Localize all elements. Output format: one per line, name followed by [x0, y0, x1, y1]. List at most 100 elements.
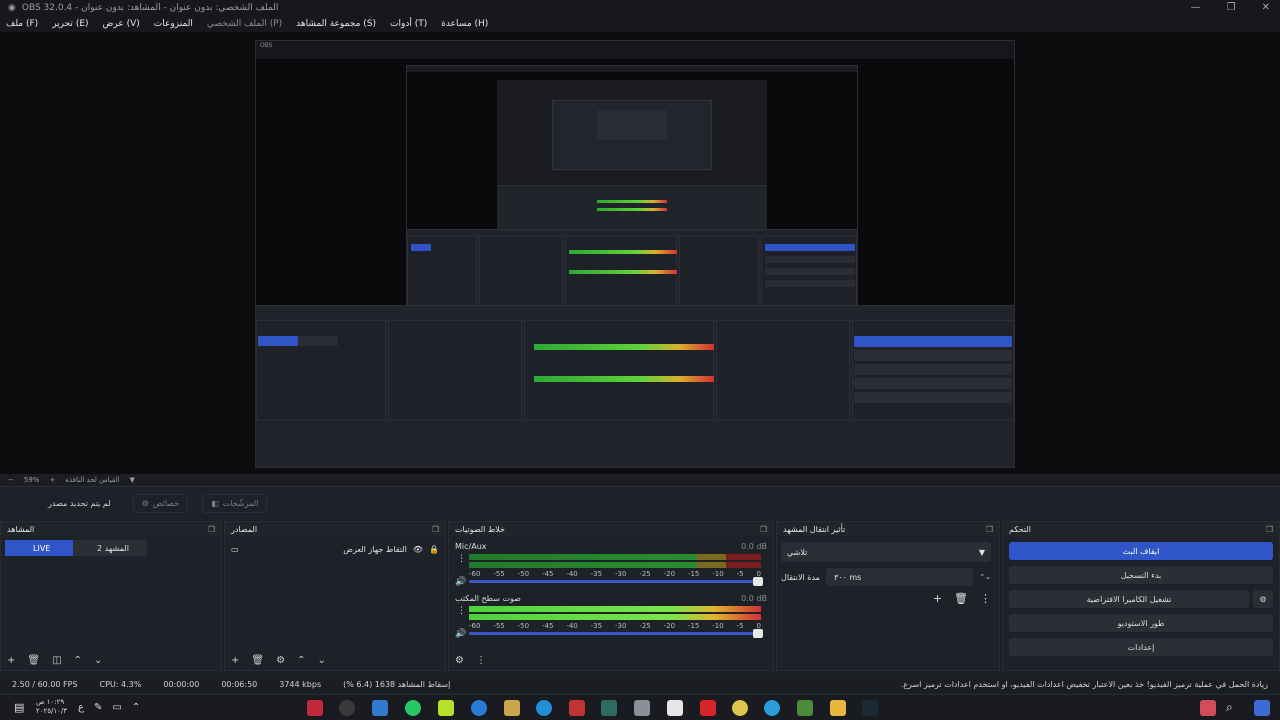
- menu-bar: ملف (F) تحرير (E) عرض (V) المنزوعات المل…: [0, 16, 1280, 32]
- add-scene-button[interactable]: +: [7, 655, 15, 666]
- dock-popout-icon[interactable]: ❐: [208, 525, 215, 534]
- app-icon-green[interactable]: [438, 700, 454, 716]
- transition-menu-button[interactable]: ⋮: [980, 592, 991, 605]
- app-icon-white[interactable]: [667, 700, 683, 716]
- youtube-icon[interactable]: [700, 700, 716, 716]
- zoom-in-button[interactable]: +: [49, 476, 55, 484]
- vscode-icon[interactable]: [372, 700, 388, 716]
- transitions-dock: تأثير انتقال المشهد ❐ تلاشي ▼ مدة الانتق…: [776, 521, 1000, 671]
- add-transition-button[interactable]: +: [933, 592, 942, 605]
- record-time: 00:00:00: [163, 679, 200, 689]
- app-icon-red[interactable]: [307, 700, 323, 716]
- folder-icon[interactable]: [830, 700, 846, 716]
- move-down-button[interactable]: ⌄: [94, 655, 102, 666]
- dock-popout-icon[interactable]: ❐: [760, 525, 767, 534]
- start-icon[interactable]: [1254, 700, 1270, 716]
- controls-dock: التحكم ❐ ايقاف البث بدء التسجيل تشغيل ال…: [1002, 521, 1280, 671]
- filters-button[interactable]: ◧ المرشّحات: [202, 494, 268, 513]
- scene-item-2[interactable]: المشهد 2: [73, 540, 147, 556]
- source-properties-button[interactable]: ⚙: [276, 655, 285, 666]
- keyboard-icon[interactable]: ع: [78, 702, 84, 713]
- app-icon-blue[interactable]: [471, 700, 487, 716]
- network-icon[interactable]: ▭: [112, 702, 121, 713]
- lock-icon[interactable]: 🔒: [429, 545, 439, 554]
- volume-knob[interactable]: [753, 577, 763, 586]
- move-up-button[interactable]: ⌃: [74, 655, 82, 666]
- obs-icon[interactable]: [339, 700, 355, 716]
- volume-slider[interactable]: [469, 577, 763, 586]
- volume-slider[interactable]: [469, 629, 763, 638]
- source-item[interactable]: ▭ التقاط جهاز العرض 👁 🔒: [231, 542, 439, 556]
- move-down-button[interactable]: ⌄: [317, 655, 325, 666]
- menu-view[interactable]: عرض (V): [103, 19, 140, 29]
- dock-popout-icon[interactable]: ❐: [432, 525, 439, 534]
- studio-mode-button[interactable]: طور الاستوديو: [1009, 614, 1273, 632]
- remove-source-button[interactable]: 🗑: [251, 655, 264, 666]
- app-icon-store[interactable]: [797, 700, 813, 716]
- mixer-channel-mic: Mic/Aux 0.0 dB ⋮ -60 -55 -50 -45 -40 -35 -30 -25…: [455, 542, 767, 590]
- status-stats: 2.50 / 60.00 FPS CPU: 4.3% 00:00:00 00:0…: [12, 680, 450, 689]
- status-bar: 2.50 / 60.00 FPS CPU: 4.3% 00:00:00 00:0…: [0, 676, 1280, 692]
- maximize-button[interactable]: ❐: [1227, 2, 1236, 13]
- app-icon-grey[interactable]: [634, 700, 650, 716]
- move-up-button[interactable]: ⌃: [297, 655, 305, 666]
- transitions-header: تأثير انتقال المشهد ❐: [777, 522, 999, 536]
- virtual-cam-button[interactable]: تشغيل الكاميرا الافتراضية: [1009, 590, 1249, 608]
- dock-popout-icon[interactable]: ❐: [986, 525, 993, 534]
- menu-edit[interactable]: تحرير (E): [52, 19, 88, 29]
- dock-popout-icon[interactable]: ❐: [1266, 525, 1273, 534]
- edge-icon[interactable]: [536, 700, 552, 716]
- chevron-up-icon[interactable]: ⌃: [132, 702, 140, 713]
- speaker-icon[interactable]: 🔊: [455, 629, 466, 639]
- advanced-audio-button[interactable]: ⚙: [455, 655, 464, 666]
- visibility-icon[interactable]: 👁: [413, 545, 423, 554]
- properties-button[interactable]: ⚙ خصائص: [132, 494, 189, 513]
- nested-obs-capture-2: [406, 65, 858, 321]
- virtual-cam-settings-gear-icon[interactable]: ⚙: [1253, 590, 1273, 608]
- pen-icon[interactable]: ✎: [94, 702, 102, 713]
- app-icon-tray[interactable]: [1200, 700, 1216, 716]
- menu-tools[interactable]: أدوات (T): [390, 19, 427, 29]
- stop-stream-button[interactable]: ايقاف البث: [1009, 542, 1273, 560]
- duration-input[interactable]: ٣٠٠ ms: [825, 568, 974, 586]
- remove-scene-button[interactable]: 🗑: [27, 655, 40, 666]
- menu-docks[interactable]: المنزوعات: [154, 19, 193, 29]
- app-icon-terminal[interactable]: [601, 700, 617, 716]
- volume-knob[interactable]: [753, 629, 763, 638]
- zoom-dropdown-icon[interactable]: ▼: [130, 476, 135, 484]
- minimize-button[interactable]: —: [1191, 2, 1201, 13]
- menu-help[interactable]: مساعدة (H): [441, 19, 488, 29]
- remove-transition-button[interactable]: 🗑: [954, 592, 968, 605]
- chrome-icon[interactable]: [732, 700, 748, 716]
- start-record-button[interactable]: بدء التسجيل: [1009, 566, 1273, 584]
- menu-file[interactable]: ملف (F): [6, 19, 38, 29]
- telegram-icon[interactable]: [764, 700, 780, 716]
- transition-buttons: + 🗑 ⋮: [933, 592, 991, 605]
- channel-name: Mic/Aux: [455, 542, 487, 551]
- settings-button[interactable]: إعدادات: [1009, 638, 1273, 656]
- steam-icon[interactable]: [862, 700, 878, 716]
- notification-icon[interactable]: ▤: [14, 701, 24, 714]
- app-icon-gold[interactable]: [504, 700, 520, 716]
- transition-select[interactable]: تلاشي ▼: [781, 542, 991, 562]
- menu-profile[interactable]: الملف الشخصي (P): [207, 19, 282, 29]
- whatsapp-icon[interactable]: [405, 700, 421, 716]
- search-icon[interactable]: ⌕: [1226, 700, 1233, 715]
- scene-filters-button[interactable]: ◫: [52, 655, 61, 666]
- close-button[interactable]: ✕: [1262, 2, 1270, 13]
- menu-scene-collection[interactable]: مجموعة المشاهد (S): [296, 19, 376, 29]
- stream-time: 00:06:50: [221, 679, 258, 689]
- add-source-button[interactable]: +: [231, 655, 239, 666]
- speaker-icon[interactable]: 🔊: [455, 577, 466, 587]
- mixer-menu-button[interactable]: ⋮: [476, 655, 486, 666]
- channel-menu-icon[interactable]: ⋮: [457, 554, 466, 564]
- zoom-out-button[interactable]: −: [8, 476, 14, 484]
- taskbar-clock[interactable]: ١٠:٢٩ ص ٢٠٢٥/١٠/٣: [36, 698, 67, 716]
- scene-item-live[interactable]: LIVE: [5, 540, 73, 556]
- duration-stepper[interactable]: ⌃⌄: [979, 573, 991, 581]
- zoom-bar: − 59% + القياس لحد النافذة ▼: [0, 474, 1280, 486]
- channel-menu-icon[interactable]: ⋮: [457, 606, 466, 616]
- zoom-fit-label[interactable]: القياس لحد النافذة: [65, 476, 119, 484]
- app-icon-news[interactable]: [569, 700, 585, 716]
- preview-canvas[interactable]: OBS: [0, 32, 1280, 474]
